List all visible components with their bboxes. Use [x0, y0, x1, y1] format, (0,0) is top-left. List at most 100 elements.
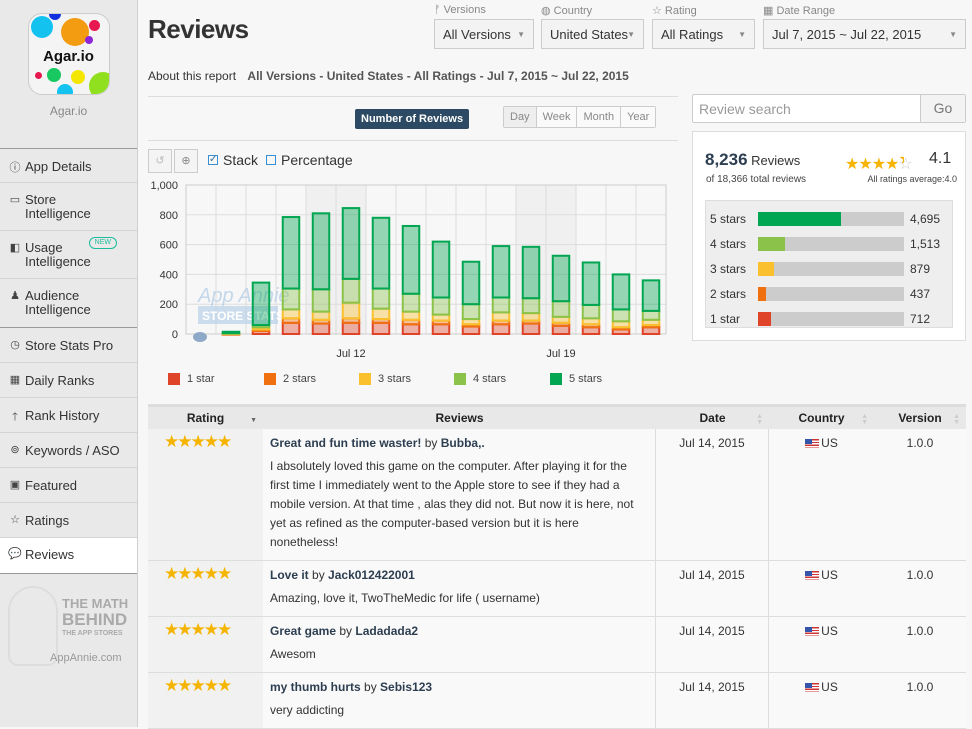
country-select[interactable]: United States ▼ [541, 19, 644, 49]
rating-filter: ☆ Rating All Ratings ▼ [652, 4, 755, 49]
sidebar-item-label: Store Stats Pro [25, 338, 114, 353]
about-report-link[interactable]: About this report [148, 69, 236, 83]
period-day[interactable]: Day [504, 107, 537, 127]
review-author[interactable]: Bubba,. [441, 436, 485, 450]
watermark-text: STORE STATS [202, 309, 284, 323]
bar-segment [221, 330, 241, 334]
rating-select[interactable]: All Ratings ▼ [652, 19, 755, 49]
app-icon: Agar.io [27, 13, 110, 95]
review-version: 1.0.0 [874, 673, 966, 728]
legend-label: 4 stars [473, 373, 507, 385]
versions-select[interactable]: All Versions ▼ [434, 19, 534, 49]
sidebar-item-ratings[interactable]: ☆ Ratings [0, 503, 137, 538]
sidebar-item-keywords-aso[interactable]: ⊚ Keywords / ASO [0, 433, 137, 468]
checkbox-checked-icon: ✓ [208, 154, 218, 165]
header-version[interactable]: Version ▲ ▼ [874, 411, 966, 426]
period-year[interactable]: Year [621, 107, 656, 127]
rating-stars-icon: ★★★★★ [148, 429, 263, 560]
bar-segment [341, 301, 361, 320]
distribution-bar-fill [758, 311, 771, 326]
y-tick-label: 1,000 [150, 180, 178, 192]
bar-segment [581, 261, 601, 306]
bar-segment [611, 273, 631, 311]
date-range-select[interactable]: Jul 7, 2015 ~ Jul 22, 2015 ▼ [763, 19, 966, 49]
sidebar-item-rank-history[interactable]: 🡑 Rank History [0, 398, 137, 433]
distribution-value: 4,695 [910, 211, 941, 226]
distribution-bar [758, 311, 904, 326]
legend-swatch [359, 373, 371, 385]
divider [148, 140, 678, 141]
distribution-row: 3 stars 879 [706, 256, 952, 281]
review-author[interactable]: Sebis123 [380, 680, 432, 694]
reset-zoom-button[interactable]: ↺ [148, 149, 172, 173]
percentage-checkbox[interactable]: Percentage [266, 152, 353, 168]
bar-segment [281, 321, 301, 335]
us-flag-icon [805, 627, 820, 636]
zoom-button[interactable]: ⊕ [174, 149, 198, 173]
legend-swatch [550, 373, 562, 385]
distribution-label: 3 stars [710, 261, 747, 276]
review-body: very addicting [270, 703, 345, 717]
promo-banner[interactable]: THE MATH BEHIND THE APP STORES AppAnnie.… [0, 574, 137, 684]
bar-segment [341, 277, 361, 304]
header-date[interactable]: Date ▲ ▼ [656, 411, 769, 426]
legend-item[interactable]: 4 stars [454, 373, 506, 385]
new-badge: NEW [88, 237, 117, 249]
legend-swatch [168, 373, 180, 385]
table-header: Rating ▼ Reviews Date ▲ ▼ Country ▲ ▼ Version… [148, 404, 966, 429]
sidebar-item-label: Ratings [25, 513, 70, 528]
bookmark-icon: ▣ [9, 479, 21, 491]
review-author[interactable]: Jack012422001 [328, 568, 415, 582]
review-country: US [769, 561, 874, 616]
sidebar-item-store-stats-pro[interactable]: ◷ Store Stats Pro [0, 328, 137, 363]
all-ratings-average: All ratings average:4.0 [867, 174, 957, 184]
bar-segment [401, 310, 421, 321]
number-of-reviews-button[interactable]: Number of Reviews [355, 109, 470, 129]
header-reviews: Reviews [435, 411, 484, 425]
legend-item[interactable]: 2 stars [264, 373, 316, 385]
calendar-icon: ▦ [763, 5, 777, 17]
sidebar-item-app-details[interactable]: ⓘ App Details [0, 149, 137, 183]
sidebar-item-featured[interactable]: ▣ Featured [0, 468, 137, 503]
sidebar-item-usage-intelligence[interactable]: ◧ Usage Intelligence NEW [0, 231, 137, 279]
bar-segment [521, 297, 541, 315]
distribution-label: 2 stars [710, 286, 747, 301]
header-country[interactable]: Country ▲ ▼ [769, 411, 874, 426]
review-version: 1.0.0 [874, 617, 966, 672]
bar-segment [581, 326, 601, 335]
review-country: US [769, 617, 874, 672]
period-month[interactable]: Month [577, 107, 622, 127]
review-author[interactable]: Ladadada2 [355, 624, 418, 638]
sort-icon: ▲ ▼ [953, 413, 960, 426]
comments-icon: 💬 [8, 548, 22, 560]
sidebar-item-label: Reviews [25, 547, 75, 562]
sidebar-item-label: Daily Ranks [25, 373, 95, 388]
period-week[interactable]: Week [536, 107, 578, 127]
bar-segment [461, 303, 481, 321]
distribution-label: 5 stars [710, 211, 747, 226]
x-tick-label: Jul 19 [546, 348, 575, 360]
bar-segment [311, 322, 331, 336]
sidebar-item-reviews[interactable]: 💬 Reviews [0, 538, 137, 574]
legend-item[interactable]: 3 stars [359, 373, 411, 385]
search-go-button[interactable]: Go [920, 95, 965, 122]
legend-item[interactable]: 5 stars [550, 373, 602, 385]
review-summary: 8,236 Reviews of 18,366 total reviews ★★… [692, 131, 966, 341]
stack-checkbox[interactable]: ✓ Stack [208, 152, 258, 168]
header-rating[interactable]: Rating ▼ [148, 411, 263, 425]
legend-item[interactable]: 1 star [168, 373, 215, 385]
distribution-bar [758, 236, 904, 251]
review-search: Review search Go [692, 94, 966, 123]
period-toggle: Day Week Month Year [503, 106, 657, 128]
bar-segment [581, 303, 601, 320]
sidebar-item-audience-intelligence[interactable]: ♟ Audience Intelligence [0, 279, 137, 328]
review-search-input[interactable]: Review search [693, 95, 920, 122]
sidebar-item-daily-ranks[interactable]: ▦ Daily Ranks [0, 363, 137, 398]
chevron-down-icon: ▼ [517, 30, 525, 39]
bar-segment [491, 311, 511, 322]
review-country: US [769, 673, 874, 728]
sidebar-item-store-intelligence[interactable]: ▭ Store Intelligence [0, 183, 137, 231]
rating-stars-icon: ★★★★★ [148, 561, 263, 616]
globe-icon: ◍ [541, 5, 554, 17]
distribution-label: 4 stars [710, 236, 747, 251]
